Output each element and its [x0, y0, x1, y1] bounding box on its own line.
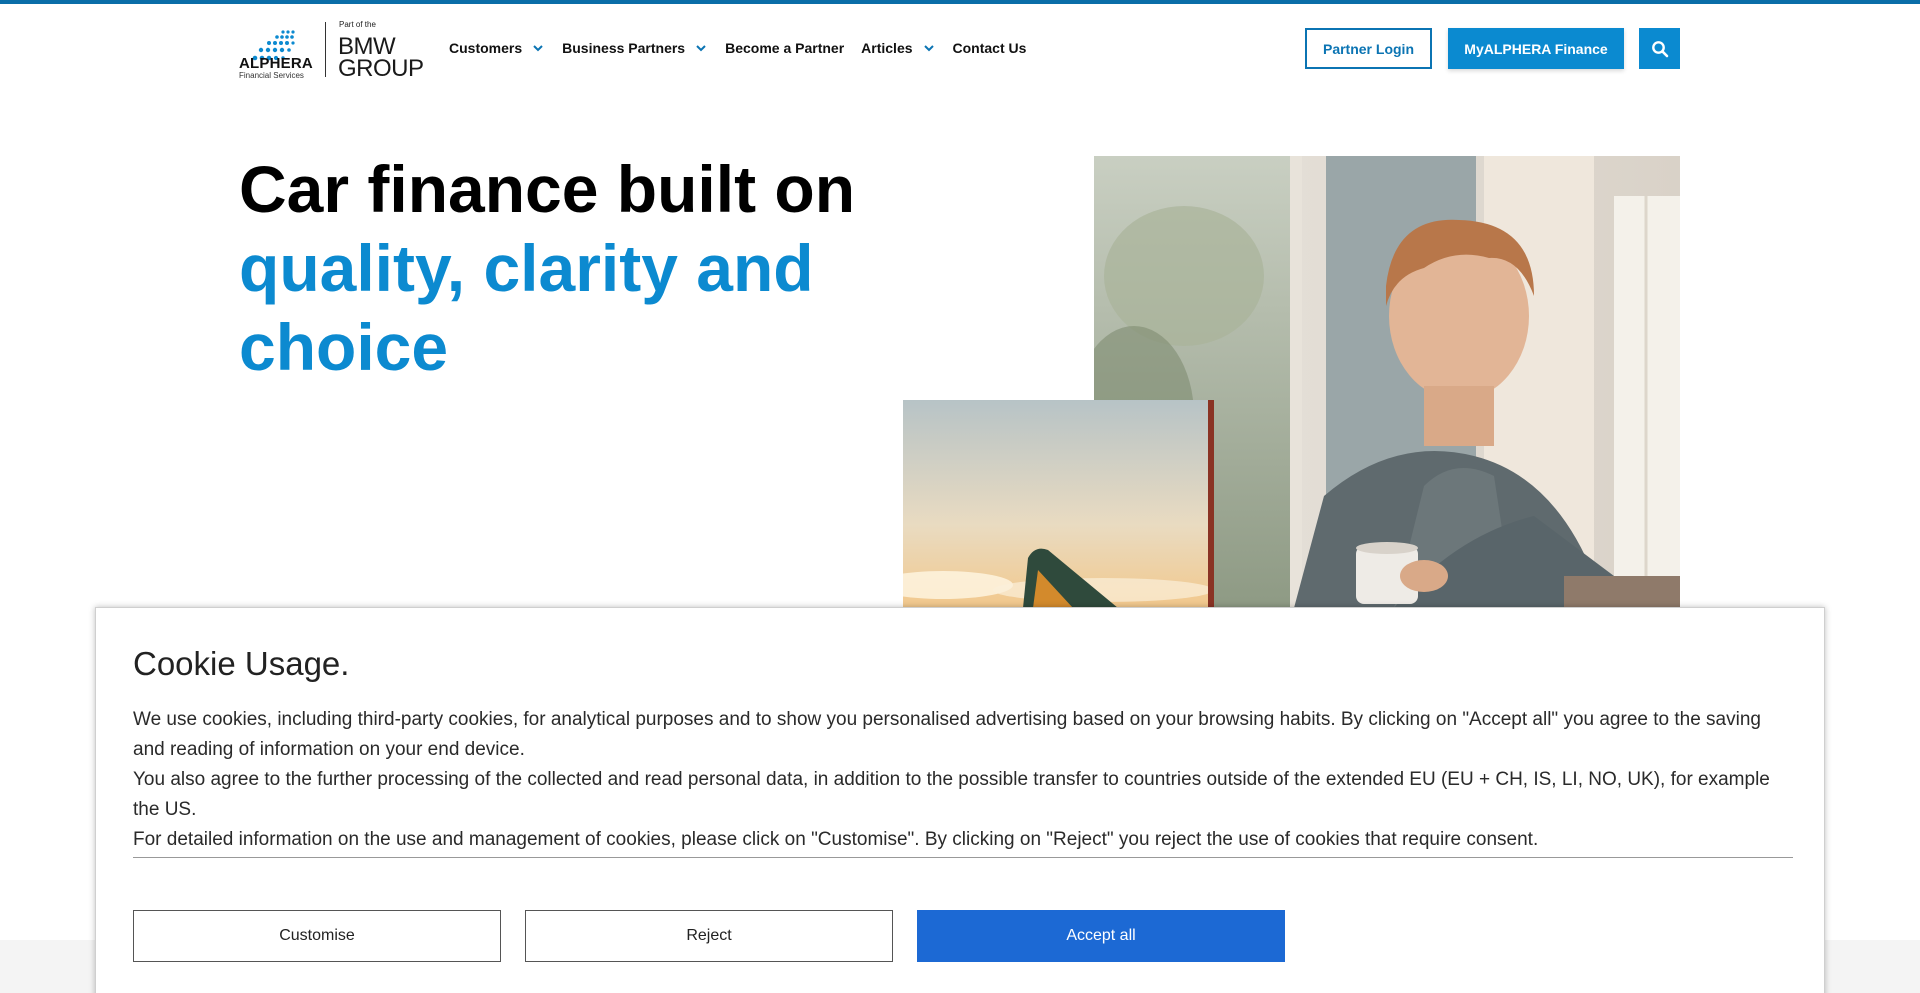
nav-item-contact-us[interactable]: Contact Us	[953, 40, 1027, 56]
nav-item-label: Contact Us	[952, 40, 1027, 56]
search-button[interactable]	[1639, 28, 1680, 69]
group-prefix: Part of the	[339, 20, 376, 29]
alphera-wordmark: ALPHERA	[239, 55, 313, 72]
nav-item-label: Customers	[449, 40, 523, 56]
cookie-paragraph: You also agree to the further processing…	[133, 769, 1770, 820]
accept-all-button[interactable]: Accept all	[917, 910, 1285, 962]
partner-login-button[interactable]: Partner Login	[1305, 28, 1432, 69]
nav-item-become-a-partner[interactable]: Become a Partner	[725, 40, 844, 56]
nav-item-label: Business Partners	[562, 40, 686, 56]
nav-item-business-partners[interactable]: Business Partners	[562, 40, 708, 56]
reject-button[interactable]: Reject	[525, 910, 893, 962]
alphera-subline: Financial Services	[239, 71, 304, 80]
car-sunset-image	[903, 400, 1214, 608]
nav-item-label: Become a Partner	[725, 40, 845, 56]
group-line: GROUP	[338, 55, 424, 82]
hero-image-car-sunset	[903, 400, 1214, 608]
cookie-paragraph: We use cookies, including third-party co…	[133, 709, 1761, 760]
customise-button[interactable]: Customise	[133, 910, 501, 962]
search-icon	[1651, 40, 1668, 57]
bmw-group-wordmark: BMW GROUP	[338, 35, 424, 82]
logo-divider	[325, 22, 326, 77]
chevron-down-icon	[696, 45, 706, 52]
cookie-banner: Cookie Usage. We use cookies, including …	[95, 607, 1825, 993]
cookie-text: We use cookies, including third-party co…	[133, 705, 1793, 858]
logo[interactable]: ALPHERA Financial Services Part of the B…	[239, 18, 424, 81]
myalphera-finance-button[interactable]: MyALPHERA Finance	[1448, 28, 1624, 69]
chevron-down-icon	[923, 45, 934, 52]
cookie-title: Cookie Usage.	[133, 645, 350, 682]
nav-item-label: Articles	[861, 40, 913, 56]
hero-title: Car finance built on quality, clarity an…	[239, 150, 859, 387]
main-nav: Customers Business Partners Become a Par…	[449, 4, 1043, 92]
cookie-paragraph: For detailed information on the use and …	[133, 829, 1539, 850]
nav-item-articles[interactable]: Articles	[861, 40, 935, 56]
hero-title-main: Car finance built on	[239, 152, 856, 226]
nav-item-customers[interactable]: Customers	[449, 40, 545, 56]
hero-title-accent: quality, clarity and choice	[239, 231, 814, 384]
chevron-down-icon	[533, 45, 543, 52]
site-header: ALPHERA Financial Services Part of the B…	[0, 4, 1920, 92]
